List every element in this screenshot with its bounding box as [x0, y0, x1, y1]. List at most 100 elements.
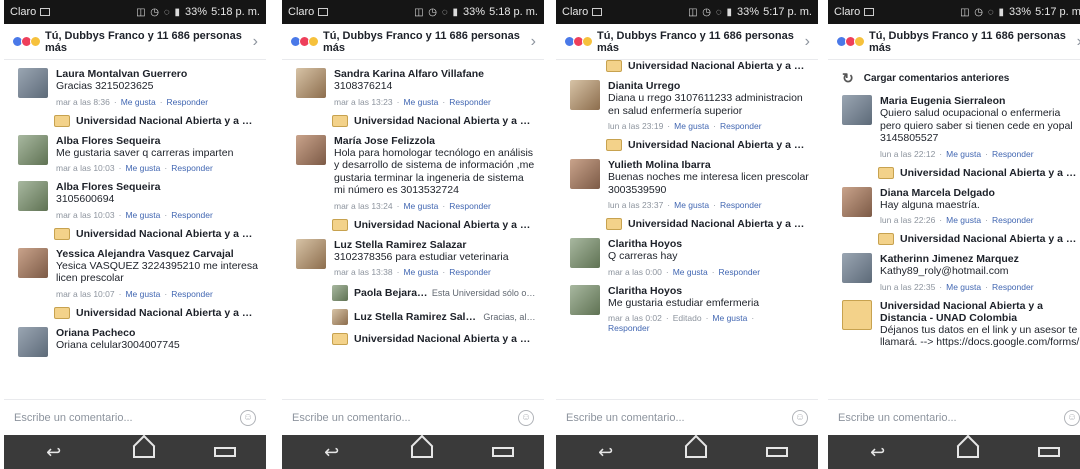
comment-composer[interactable]: Escribe un comentario... ☺	[4, 399, 266, 435]
back-icon[interactable]: ↩	[34, 442, 74, 463]
avatar[interactable]	[18, 247, 48, 278]
comment-feed[interactable]: Sandra Karina Alfaro Villafane 310837621…	[282, 60, 544, 399]
emoji-icon[interactable]: ☺	[518, 409, 534, 426]
comment-author[interactable]: Katherinn Jimenez Marquez	[880, 253, 1080, 265]
load-previous-comments-button[interactable]: ↻ Cargar comentarios anteriores	[842, 70, 1080, 87]
like-link[interactable]: Me gusta	[125, 210, 160, 220]
recent-apps-icon[interactable]	[766, 447, 789, 457]
comment-author[interactable]: Diana Marcela Delgado	[880, 187, 1080, 199]
reply-link[interactable]: Responder	[720, 121, 762, 131]
like-link[interactable]: Me gusta	[403, 97, 438, 107]
like-link[interactable]: Me gusta	[403, 201, 438, 211]
reply-preview[interactable]: Universidad Nacional Abierta y a Dist...	[332, 114, 536, 127]
like-link[interactable]: Me gusta	[674, 121, 709, 131]
reply-link[interactable]: Responder	[171, 163, 213, 173]
comment-author[interactable]: Sandra Karina Alfaro Villafane	[334, 68, 536, 80]
comment-author[interactable]: Dianita Urrego	[608, 80, 810, 92]
reactions-header[interactable]: Tú, Dubbys Franco y 11 686 personas más …	[556, 24, 818, 60]
avatar[interactable]	[842, 95, 872, 125]
avatar[interactable]	[570, 238, 600, 268]
comment-author[interactable]: Yulieth Molina Ibarra	[608, 159, 810, 171]
emoji-icon[interactable]: ☺	[792, 409, 808, 426]
reply-link[interactable]: Responder	[167, 97, 209, 107]
comment-author[interactable]: Claritha Hoyos	[608, 285, 810, 297]
emoji-icon[interactable]: ☺	[1064, 409, 1080, 426]
home-icon[interactable]	[132, 446, 155, 458]
like-link[interactable]: Me gusta	[712, 313, 747, 323]
home-icon[interactable]	[956, 446, 979, 458]
reply-link[interactable]: Responder	[992, 215, 1034, 225]
avatar[interactable]	[18, 326, 48, 357]
comment-author[interactable]: Claritha Hoyos	[608, 238, 810, 250]
comment-input[interactable]: Escribe un comentario...	[566, 412, 792, 424]
back-icon[interactable]: ↩	[312, 442, 352, 463]
comment-input[interactable]: Escribe un comentario...	[292, 412, 518, 424]
comment-author[interactable]: Maria Eugenia Sierraleon	[880, 95, 1080, 107]
comment-author[interactable]: Universidad Nacional Abierta y a Distanc…	[880, 300, 1080, 324]
comment-feed[interactable]: Universidad Nacional Abierta y a Dist...…	[556, 60, 818, 399]
comment-input[interactable]: Escribe un comentario...	[838, 412, 1064, 424]
comment-author[interactable]: Laura Montalvan Guerrero	[56, 68, 258, 80]
like-link[interactable]: Me gusta	[673, 267, 708, 277]
reply-link[interactable]: Responder	[992, 149, 1034, 159]
comment-composer[interactable]: Escribe un comentario... ☺	[828, 399, 1080, 435]
reactions-header[interactable]: Tú, Dubbys Franco y 11 686 personas más …	[828, 24, 1080, 60]
reply-link[interactable]: Responder	[719, 267, 761, 277]
comment-input[interactable]: Escribe un comentario...	[14, 412, 240, 424]
avatar[interactable]	[18, 181, 48, 211]
reactions-header[interactable]: Tú, Dubbys Franco y 11 686 personas más …	[282, 24, 544, 60]
reply-preview[interactable]: Paola Bejarano Esta Universidad sólo ofr.…	[332, 285, 536, 301]
comment-author[interactable]: Oriana Pacheco	[56, 327, 258, 339]
reply-preview[interactable]: Universidad Nacional Abierta y a Dist...	[54, 227, 258, 240]
chevron-right-icon[interactable]: ›	[253, 33, 258, 51]
chevron-right-icon[interactable]: ›	[805, 33, 810, 51]
reply-preview[interactable]: Universidad Nacional Abierta y a Dist...	[332, 333, 536, 345]
reply-preview[interactable]: Luz Stella Ramirez Salazar Gracias, alg..…	[332, 309, 536, 325]
reply-link[interactable]: Responder	[171, 210, 213, 220]
reply-link[interactable]: Responder	[992, 282, 1034, 292]
reply-link[interactable]: Responder	[720, 200, 762, 210]
comment-author[interactable]: Luz Stella Ramirez Salazar	[334, 239, 536, 251]
avatar[interactable]	[842, 253, 872, 283]
like-link[interactable]: Me gusta	[125, 289, 160, 299]
reply-link[interactable]: Responder	[449, 97, 491, 107]
home-icon[interactable]	[684, 446, 707, 458]
back-icon[interactable]: ↩	[586, 442, 626, 463]
reply-preview[interactable]: Universidad Nacional Abierta y a Dist...	[606, 60, 810, 72]
reply-link[interactable]: Responder	[449, 267, 491, 277]
comment-composer[interactable]: Escribe un comentario... ☺	[282, 399, 544, 435]
avatar[interactable]	[570, 284, 600, 315]
like-link[interactable]: Me gusta	[946, 149, 981, 159]
emoji-icon[interactable]: ☺	[240, 409, 256, 426]
reply-preview[interactable]: Universidad Nacional Abierta y a Dist...	[606, 218, 810, 230]
recent-apps-icon[interactable]	[492, 447, 515, 457]
reactions-header[interactable]: Tú, Dubbys Franco y 11 686 personas más …	[4, 24, 266, 60]
recent-apps-icon[interactable]	[1038, 447, 1061, 457]
avatar[interactable]	[18, 68, 48, 98]
back-icon[interactable]: ↩	[858, 442, 898, 463]
avatar[interactable]	[570, 80, 600, 110]
reply-preview[interactable]: Universidad Nacional Abierta y a Dist...	[606, 139, 810, 151]
reply-preview[interactable]: Universidad Nacional Abierta y a Dist...	[54, 306, 258, 319]
reply-link[interactable]: Responder	[449, 201, 491, 211]
like-link[interactable]: Me gusta	[674, 200, 709, 210]
comment-composer[interactable]: Escribe un comentario... ☺	[556, 399, 818, 435]
avatar[interactable]	[296, 238, 326, 269]
home-icon[interactable]	[410, 446, 433, 458]
reply-preview[interactable]: Universidad Nacional Abierta y a Dist...	[878, 233, 1080, 245]
reply-preview[interactable]: Universidad Nacional Abierta y a Dist...	[54, 114, 258, 127]
like-link[interactable]: Me gusta	[946, 215, 981, 225]
chevron-right-icon[interactable]: ›	[531, 33, 536, 51]
avatar[interactable]	[842, 186, 872, 217]
reply-preview[interactable]: Universidad Nacional Abierta y a Dist...	[332, 218, 536, 231]
comment-author[interactable]: Yessica Alejandra Vasquez Carvajal	[56, 248, 258, 260]
avatar[interactable]	[18, 134, 48, 165]
unad-logo-icon[interactable]	[842, 299, 872, 330]
avatar[interactable]	[296, 68, 326, 98]
avatar[interactable]	[570, 159, 600, 189]
recent-apps-icon[interactable]	[214, 447, 237, 457]
comment-feed[interactable]: ↻ Cargar comentarios anteriores Maria Eug…	[828, 60, 1080, 399]
reply-link[interactable]: Responder	[608, 323, 650, 333]
reply-preview[interactable]: Universidad Nacional Abierta y a Dist...	[878, 166, 1080, 179]
like-link[interactable]: Me gusta	[121, 97, 156, 107]
